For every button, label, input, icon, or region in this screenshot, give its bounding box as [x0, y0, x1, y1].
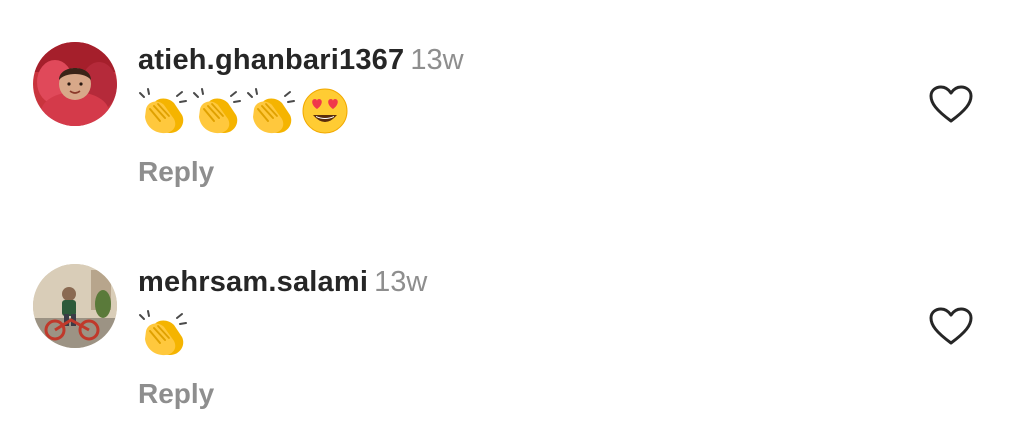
comment-age: 13w: [410, 44, 464, 76]
comment-text: [138, 87, 350, 135]
reply-button[interactable]: Reply: [138, 377, 214, 411]
heart-icon[interactable]: [928, 306, 974, 346]
avatar-image: [33, 264, 117, 348]
username-link[interactable]: atieh.ghanbari1367: [138, 44, 404, 76]
comment-item: atieh.ghanbari1367 13w Reply: [0, 0, 1024, 200]
comment-text: [138, 309, 188, 357]
username-link[interactable]: mehrsam.salami: [138, 266, 368, 298]
avatar[interactable]: [33, 42, 117, 126]
comment-header: atieh.ghanbari1367 13w: [138, 42, 464, 78]
heart-eyes-emoji: [300, 87, 350, 135]
comment-age: 13w: [374, 266, 428, 298]
clapping-hands-emoji: [192, 87, 242, 135]
comment-item: mehrsam.salami 13w Reply: [0, 222, 1024, 422]
clapping-hands-emoji: [138, 309, 188, 357]
avatar[interactable]: [33, 264, 117, 348]
heart-icon[interactable]: [928, 84, 974, 124]
comment-header: mehrsam.salami 13w: [138, 264, 427, 300]
clapping-hands-emoji: [138, 87, 188, 135]
avatar-image: [33, 42, 117, 126]
reply-button[interactable]: Reply: [138, 155, 214, 189]
clapping-hands-emoji: [246, 87, 296, 135]
